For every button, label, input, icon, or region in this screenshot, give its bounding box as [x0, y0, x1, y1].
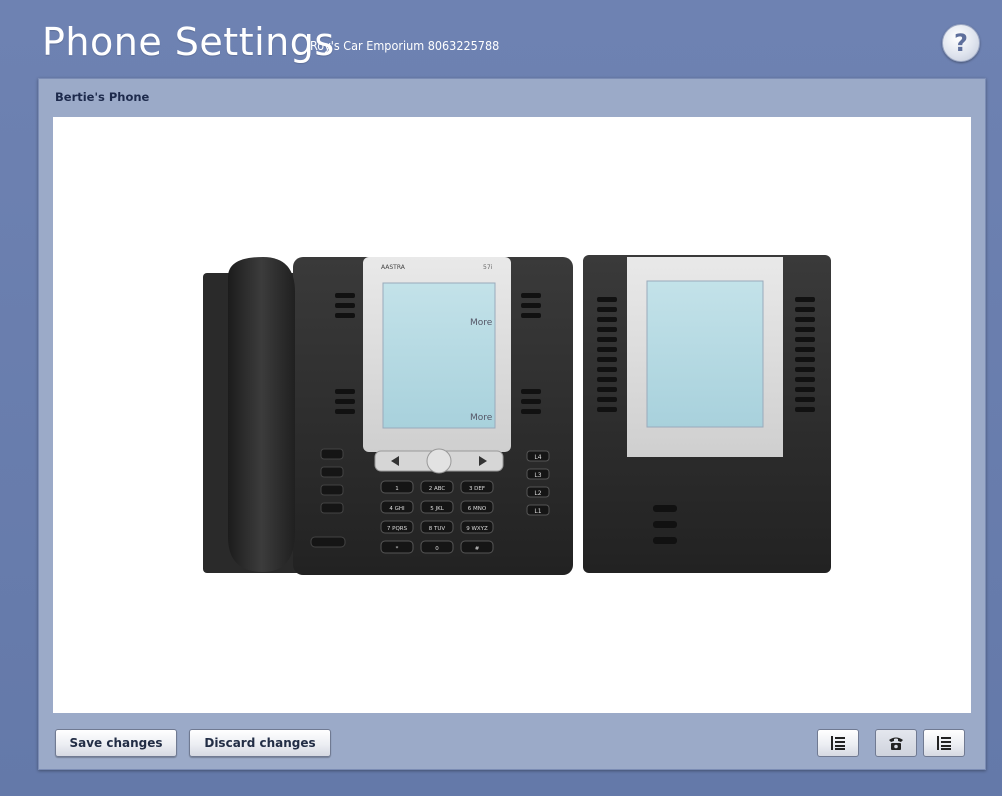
keypad-key: 8 TUV: [420, 520, 454, 534]
keypad-key-label: 8 TUV: [429, 526, 446, 532]
keypad-key-label: 1: [395, 486, 399, 492]
keypad-key: 4 GHI: [380, 500, 414, 514]
keypad-key-label: 0: [435, 546, 439, 552]
keypad-key: 9 WXYZ: [460, 520, 494, 534]
panel-title: Bertie's Phone: [55, 90, 150, 104]
keypad-key-label: 7 PQRS: [387, 526, 408, 532]
account-subtitle: Roy's Car Emporium 8063225788: [310, 38, 500, 53]
keypad-key: *: [380, 540, 414, 554]
line-key-label: L1: [534, 508, 541, 515]
page-title: Phone Settings: [42, 20, 335, 64]
keypad-key-label: 4 GHI: [389, 506, 405, 512]
phone-icon: [889, 737, 903, 750]
keypad-key: 7 PQRS: [380, 520, 414, 534]
handset: [228, 257, 295, 572]
view-list-alt-button[interactable]: [923, 729, 965, 757]
keypad-key: 5 JKL: [420, 500, 454, 514]
phone-brand: AASTRA: [381, 264, 406, 271]
line-key: L1: [526, 504, 550, 516]
keypad-key-label: *: [396, 546, 399, 552]
keypad-key: 6 MNO: [460, 500, 494, 514]
keypad-key-label: 6 MNO: [468, 506, 487, 512]
keypad-key-label: 3 DEF: [469, 486, 485, 492]
keypad-key-label: 9 WXYZ: [466, 526, 488, 532]
keypad-key-label: #: [475, 546, 480, 552]
list-icon: [831, 736, 845, 750]
help-icon: ?: [954, 29, 968, 57]
phone-model: 57i: [483, 264, 493, 271]
keypad-key-label: 5 JKL: [430, 506, 444, 512]
screen-more-top: More: [470, 318, 493, 328]
view-list-button[interactable]: [817, 729, 859, 757]
keypad-key-label: 2 ABC: [429, 486, 446, 492]
expansion-module: [583, 255, 831, 573]
line-key: L3: [526, 468, 550, 480]
keypad-key: 2 ABC: [420, 480, 454, 494]
view-phone-button[interactable]: [875, 729, 917, 757]
line-key-label: L2: [534, 490, 541, 497]
keypad-key: 3 DEF: [460, 480, 494, 494]
keypad-key: #: [460, 540, 494, 554]
line-key-label: L4: [534, 454, 541, 461]
help-button[interactable]: ?: [942, 24, 980, 62]
line-key: L4: [526, 450, 550, 462]
phone-illustration: AASTRA 57i More More 1 2 ABC 3 DEF4 GHI …: [203, 255, 831, 575]
screen-more-bottom: More: [470, 413, 493, 423]
list-icon: [937, 736, 951, 750]
keypad-key: 1: [380, 480, 414, 494]
keypad-key: 0: [420, 540, 454, 554]
save-changes-button[interactable]: Save changes: [55, 729, 177, 757]
discard-changes-button[interactable]: Discard changes: [189, 729, 331, 757]
phone-panel: Bertie's Phone AASTRA 57i More More 1 2 …: [38, 78, 986, 770]
line-key: L2: [526, 486, 550, 498]
phone-face: AASTRA 57i More More: [363, 257, 511, 474]
phone-stage: AASTRA 57i More More 1 2 ABC 3 DEF 4 GHI…: [53, 117, 971, 713]
line-key-label: L3: [534, 472, 541, 479]
